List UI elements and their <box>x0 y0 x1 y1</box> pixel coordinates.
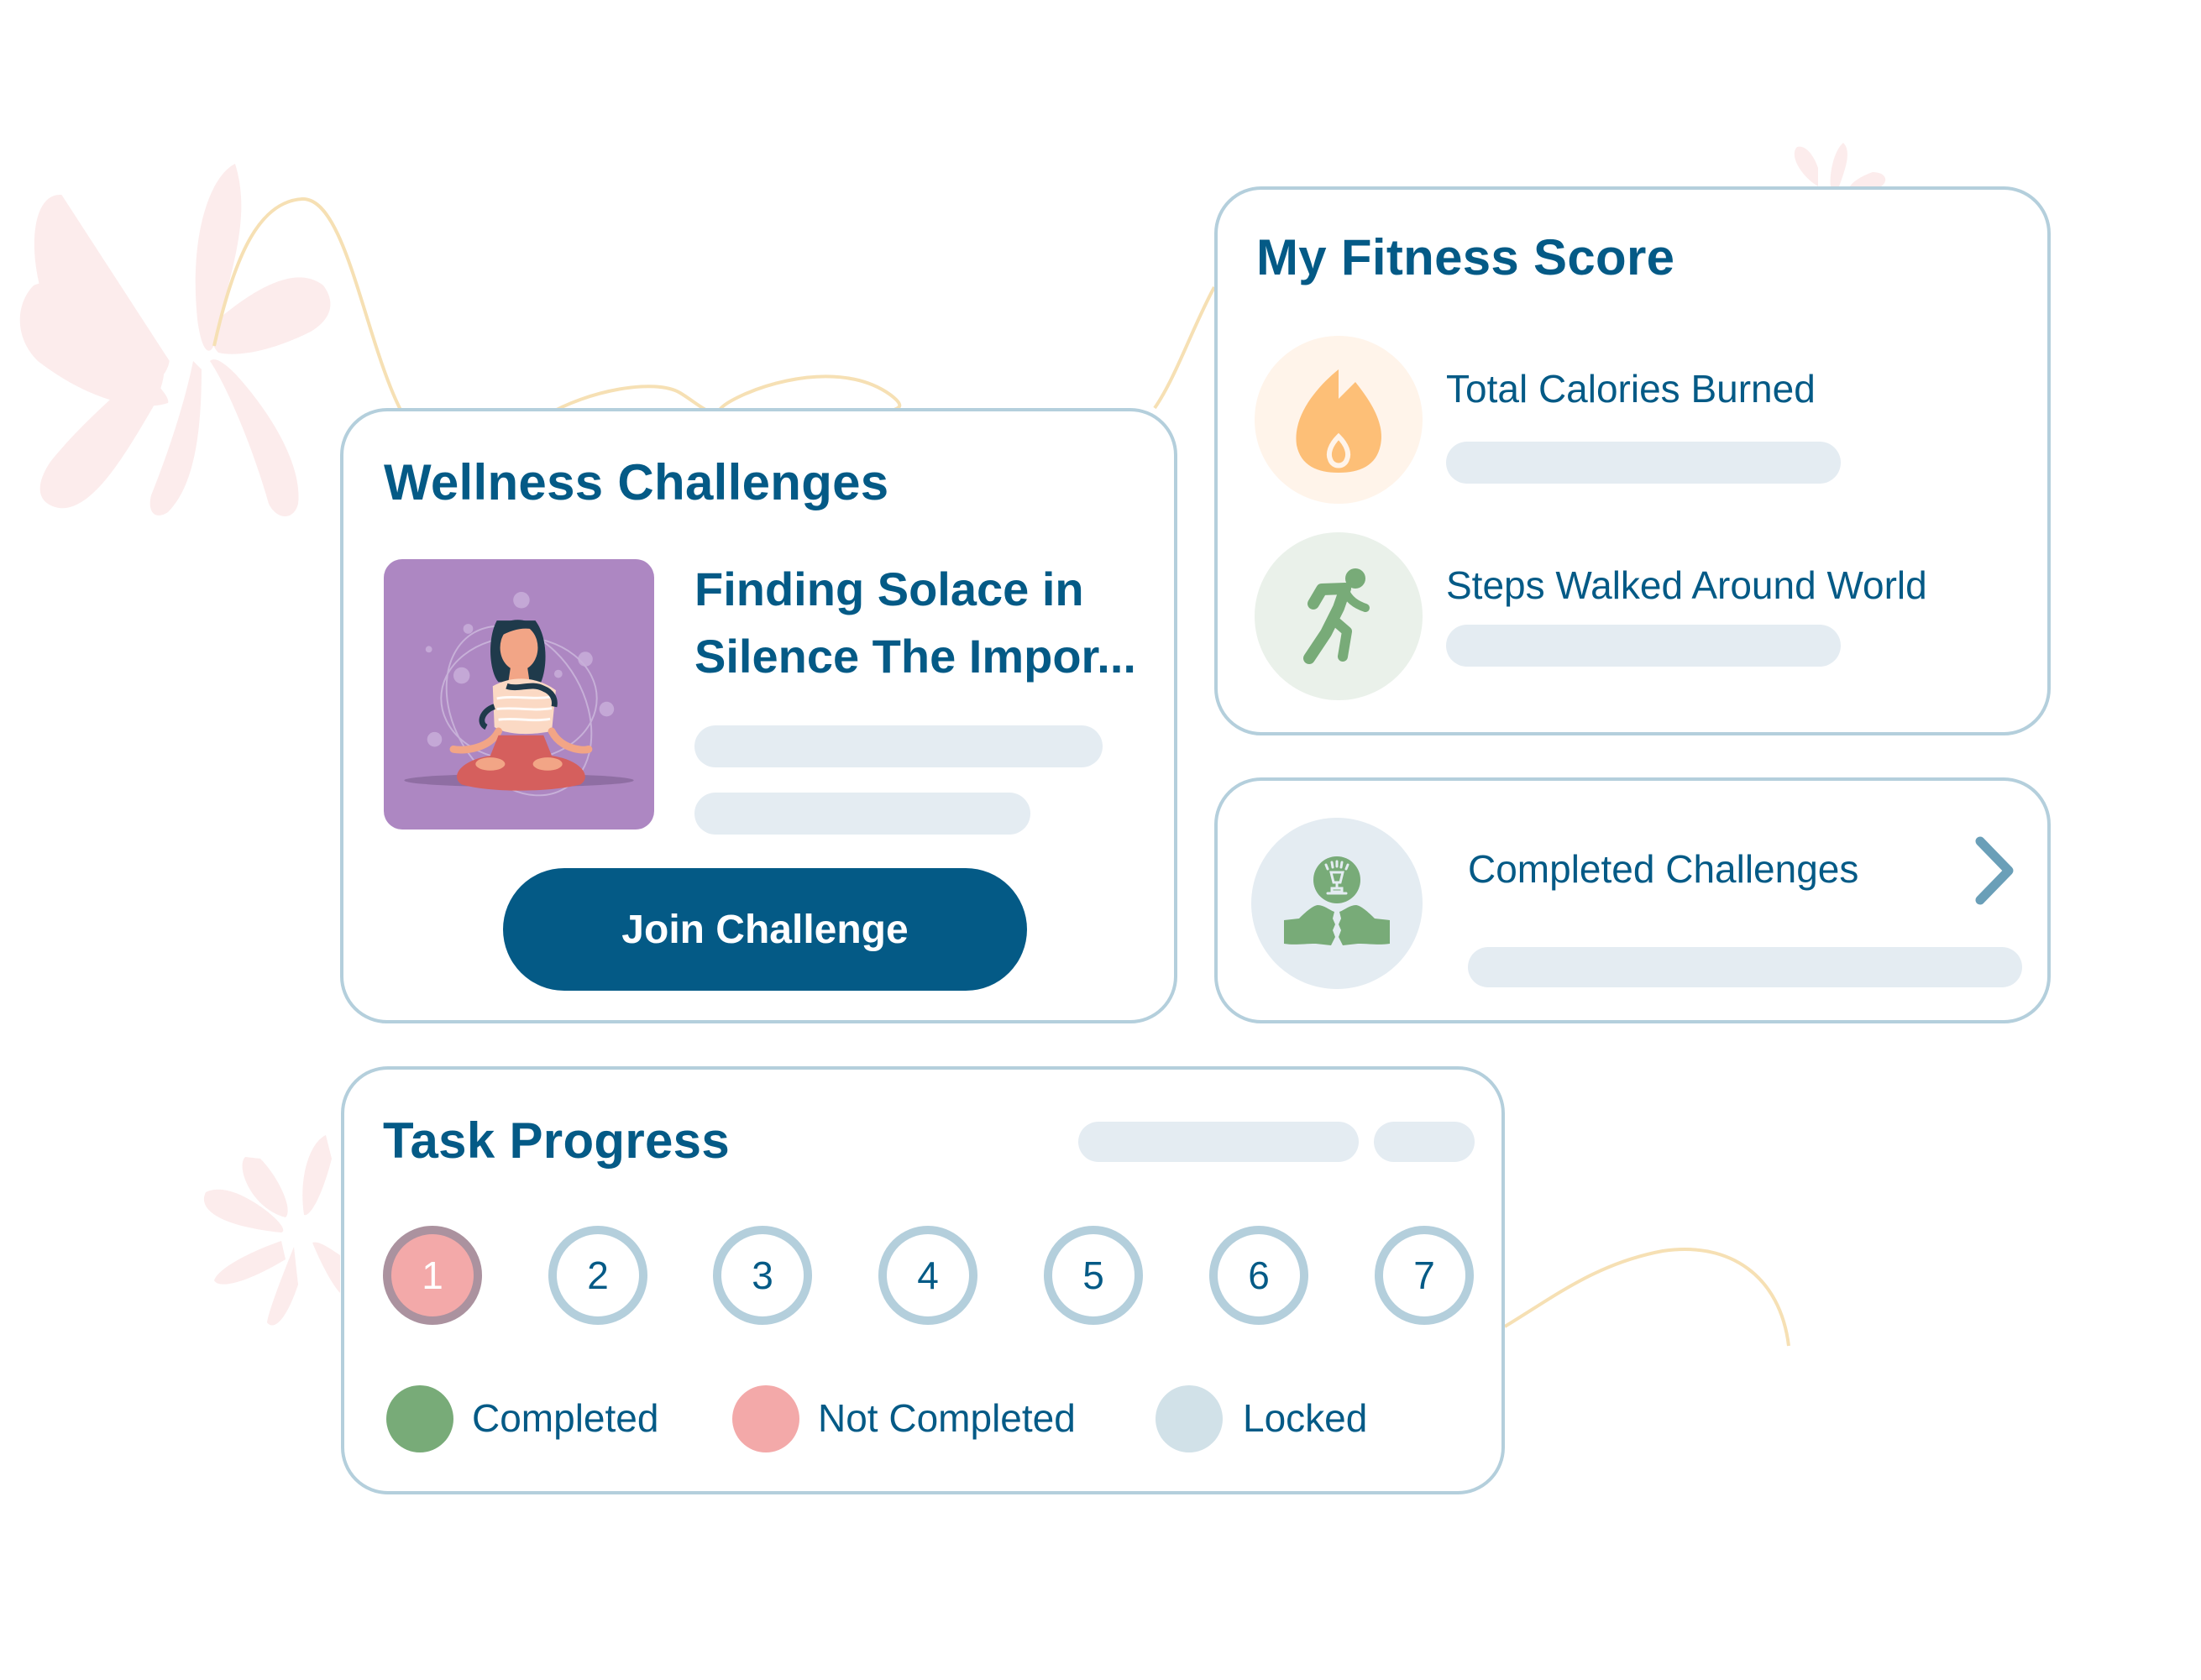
task-step-3[interactable]: 3 <box>713 1226 812 1325</box>
task-step-4[interactable]: 4 <box>878 1226 977 1325</box>
meditation-icon <box>404 592 634 797</box>
challenge-description-placeholder <box>694 725 1103 767</box>
task-meta-placeholder-1 <box>1078 1122 1359 1162</box>
flame-icon <box>1296 369 1381 473</box>
legend-not-completed-label: Not Completed <box>818 1396 1076 1440</box>
completed-icon-badge <box>1251 818 1423 989</box>
task-step-1[interactable]: 1 <box>383 1226 482 1325</box>
task-meta-placeholder-2 <box>1374 1122 1475 1162</box>
meditation-illustration[interactable] <box>384 559 654 830</box>
challenge-meta-placeholder <box>694 793 1030 835</box>
steps-icon-badge <box>1255 532 1423 700</box>
trophy-fist-bump-icon <box>1284 856 1390 945</box>
flower-decoration-left <box>19 164 331 516</box>
flower-decoration-bottom-left <box>203 1135 340 1326</box>
legend-not-completed-dot <box>732 1385 799 1452</box>
task-step-6[interactable]: 6 <box>1209 1226 1308 1325</box>
calories-label: Total Calories Burned <box>1446 367 1816 411</box>
calories-icon-badge <box>1255 336 1423 504</box>
completed-challenges-card[interactable]: Completed Challenges <box>1214 777 2051 1023</box>
walking-person-icon <box>1303 568 1370 664</box>
task-progress-title: Task Progress <box>383 1112 731 1169</box>
task-step-5[interactable]: 5 <box>1044 1226 1143 1325</box>
wellness-title: Wellness Challenges <box>384 454 889 510</box>
steps-value-placeholder <box>1446 625 1841 667</box>
task-progress-card: Task Progress 1 2 3 4 5 6 7 Completed No… <box>341 1066 1505 1494</box>
join-challenge-button[interactable]: Join Challenge <box>503 868 1027 991</box>
legend-completed-label: Completed <box>472 1396 659 1440</box>
legend-completed-dot <box>386 1385 453 1452</box>
steps-label: Steps Walked Around World <box>1446 563 1927 607</box>
wellness-challenges-card: Wellness Challenges Finding Solace in Si… <box>340 408 1177 1023</box>
completed-count-placeholder <box>1468 947 2022 987</box>
challenge-title[interactable]: Finding Solace in Silence The Impor... <box>694 556 1165 690</box>
task-step-7[interactable]: 7 <box>1375 1226 1474 1325</box>
task-step-2[interactable]: 2 <box>548 1226 647 1325</box>
flower-decoration-top-right <box>1794 143 1886 186</box>
chevron-right-icon[interactable] <box>1970 833 2020 908</box>
fitness-title: My Fitness Score <box>1256 229 1675 285</box>
completed-challenges-label: Completed Challenges <box>1468 847 1859 891</box>
legend-locked-dot <box>1156 1385 1223 1452</box>
calories-value-placeholder <box>1446 442 1841 484</box>
fitness-score-card: My Fitness Score Total Calories Burned S… <box>1214 186 2051 735</box>
legend-locked-label: Locked <box>1243 1396 1368 1440</box>
